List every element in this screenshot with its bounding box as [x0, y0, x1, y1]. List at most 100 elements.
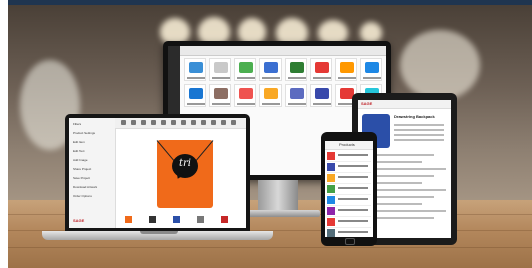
toolbar-tool-icon[interactable] [221, 120, 226, 125]
color-swatch[interactable] [149, 216, 156, 223]
laptop-notch [140, 231, 178, 234]
monitor-stand [258, 180, 298, 212]
list-item-thumbnail [327, 207, 335, 215]
list-item-text [338, 198, 368, 200]
product-card[interactable] [359, 58, 382, 81]
product-card[interactable] [334, 58, 357, 81]
phone-screen: Products [325, 141, 373, 237]
product-card[interactable] [259, 84, 282, 107]
product-thumbnail [189, 88, 203, 99]
product-card[interactable] [284, 84, 307, 107]
detail-text-line [394, 134, 444, 136]
sidebar-item[interactable]: Product Settings [73, 131, 95, 135]
product-caption [312, 77, 331, 79]
editor-toolbar [115, 118, 246, 129]
left-edge [0, 0, 8, 268]
color-swatch[interactable] [197, 216, 204, 223]
product-card[interactable] [184, 84, 207, 107]
sidebar-item[interactable]: Filters [73, 122, 81, 126]
product-card[interactable] [284, 58, 307, 81]
list-item-text [338, 209, 368, 211]
product-card[interactable] [309, 84, 332, 107]
color-swatch[interactable] [221, 216, 228, 223]
detail-text-line [394, 139, 444, 141]
bag-logo-text: tri [179, 158, 191, 169]
product-caption [287, 77, 306, 79]
bokeh-light [400, 30, 480, 100]
product-thumbnail [364, 62, 379, 73]
product-card[interactable] [184, 58, 207, 81]
list-item[interactable] [327, 206, 371, 217]
sidebar-item[interactable]: Edit Item [73, 140, 85, 144]
toolbar-tool-icon[interactable] [161, 120, 166, 125]
list-item-thumbnail [327, 174, 335, 182]
sidebar-item[interactable]: Order Options [73, 194, 92, 198]
list-item[interactable] [327, 184, 371, 195]
list-item[interactable] [327, 173, 371, 184]
phone: Products [321, 132, 377, 246]
list-item-thumbnail [327, 185, 335, 193]
list-item-thumbnail [327, 196, 335, 204]
color-swatch[interactable] [125, 216, 132, 223]
toolbar-tool-icon[interactable] [151, 120, 156, 125]
sidebar-item[interactable]: Share Project [73, 167, 91, 171]
tablet-header: SAGE [358, 100, 451, 109]
sidebar-item[interactable]: Download Artwork [73, 185, 97, 189]
toolbar-tool-icon[interactable] [191, 120, 196, 125]
product-thumbnail [314, 88, 329, 99]
product-caption [212, 77, 231, 79]
product-card[interactable] [309, 58, 332, 81]
product-card[interactable] [234, 58, 257, 81]
product-thumbnail [314, 62, 329, 73]
tablet-product-title: Drawstring Backpack [394, 114, 435, 119]
product-caption [262, 103, 281, 105]
toolbar-tool-icon[interactable] [211, 120, 216, 125]
toolbar-tool-icon[interactable] [181, 120, 186, 125]
list-item[interactable] [327, 195, 371, 206]
product-thumbnail [264, 88, 279, 99]
color-swatches [117, 216, 245, 226]
toolbar-tool-icon[interactable] [171, 120, 176, 125]
list-item-text [338, 176, 368, 178]
phone-header-label: Products [339, 142, 355, 147]
sidebar-item[interactable]: Add Image [73, 158, 88, 162]
laptop-screen: Filters Product Settings Edit Item Edit Tex… [69, 118, 246, 228]
list-item-text [338, 165, 368, 167]
list-item[interactable] [327, 151, 371, 162]
phone-header: Products [325, 141, 373, 150]
list-item-thumbnail [327, 163, 335, 171]
toolbar-tool-icon[interactable] [201, 120, 206, 125]
list-item[interactable] [327, 217, 371, 228]
color-swatch[interactable] [173, 216, 180, 223]
list-item[interactable] [327, 228, 371, 237]
list-item-text [338, 154, 368, 156]
product-caption [337, 77, 356, 79]
wood-grain [0, 247, 532, 248]
detail-text-line [394, 124, 444, 126]
product-thumbnail [214, 88, 229, 99]
product-thumbnail [289, 88, 304, 99]
product-caption [237, 77, 256, 79]
product-thumbnail [189, 62, 203, 73]
product-card[interactable] [259, 58, 282, 81]
toolbar-tool-icon[interactable] [121, 120, 126, 125]
sidebar-item[interactable]: Save Project [73, 176, 90, 180]
product-thumbnail [239, 88, 254, 99]
list-item[interactable] [327, 162, 371, 173]
product-caption [212, 103, 231, 105]
product-card[interactable] [209, 84, 232, 107]
list-item-text [338, 231, 368, 233]
product-card[interactable] [234, 84, 257, 107]
product-thumbnail [214, 62, 229, 73]
toolbar-tool-icon[interactable] [231, 120, 236, 125]
product-caption [312, 103, 331, 105]
product-caption [237, 103, 256, 105]
list-item-thumbnail [327, 218, 335, 226]
home-button[interactable] [345, 238, 355, 245]
product-thumbnail [339, 62, 354, 73]
toolbar-tool-icon[interactable] [131, 120, 136, 125]
sidebar-item[interactable]: Edit Text [73, 149, 84, 153]
product-thumbnail [239, 62, 254, 73]
product-card[interactable] [209, 58, 232, 81]
toolbar-tool-icon[interactable] [141, 120, 146, 125]
